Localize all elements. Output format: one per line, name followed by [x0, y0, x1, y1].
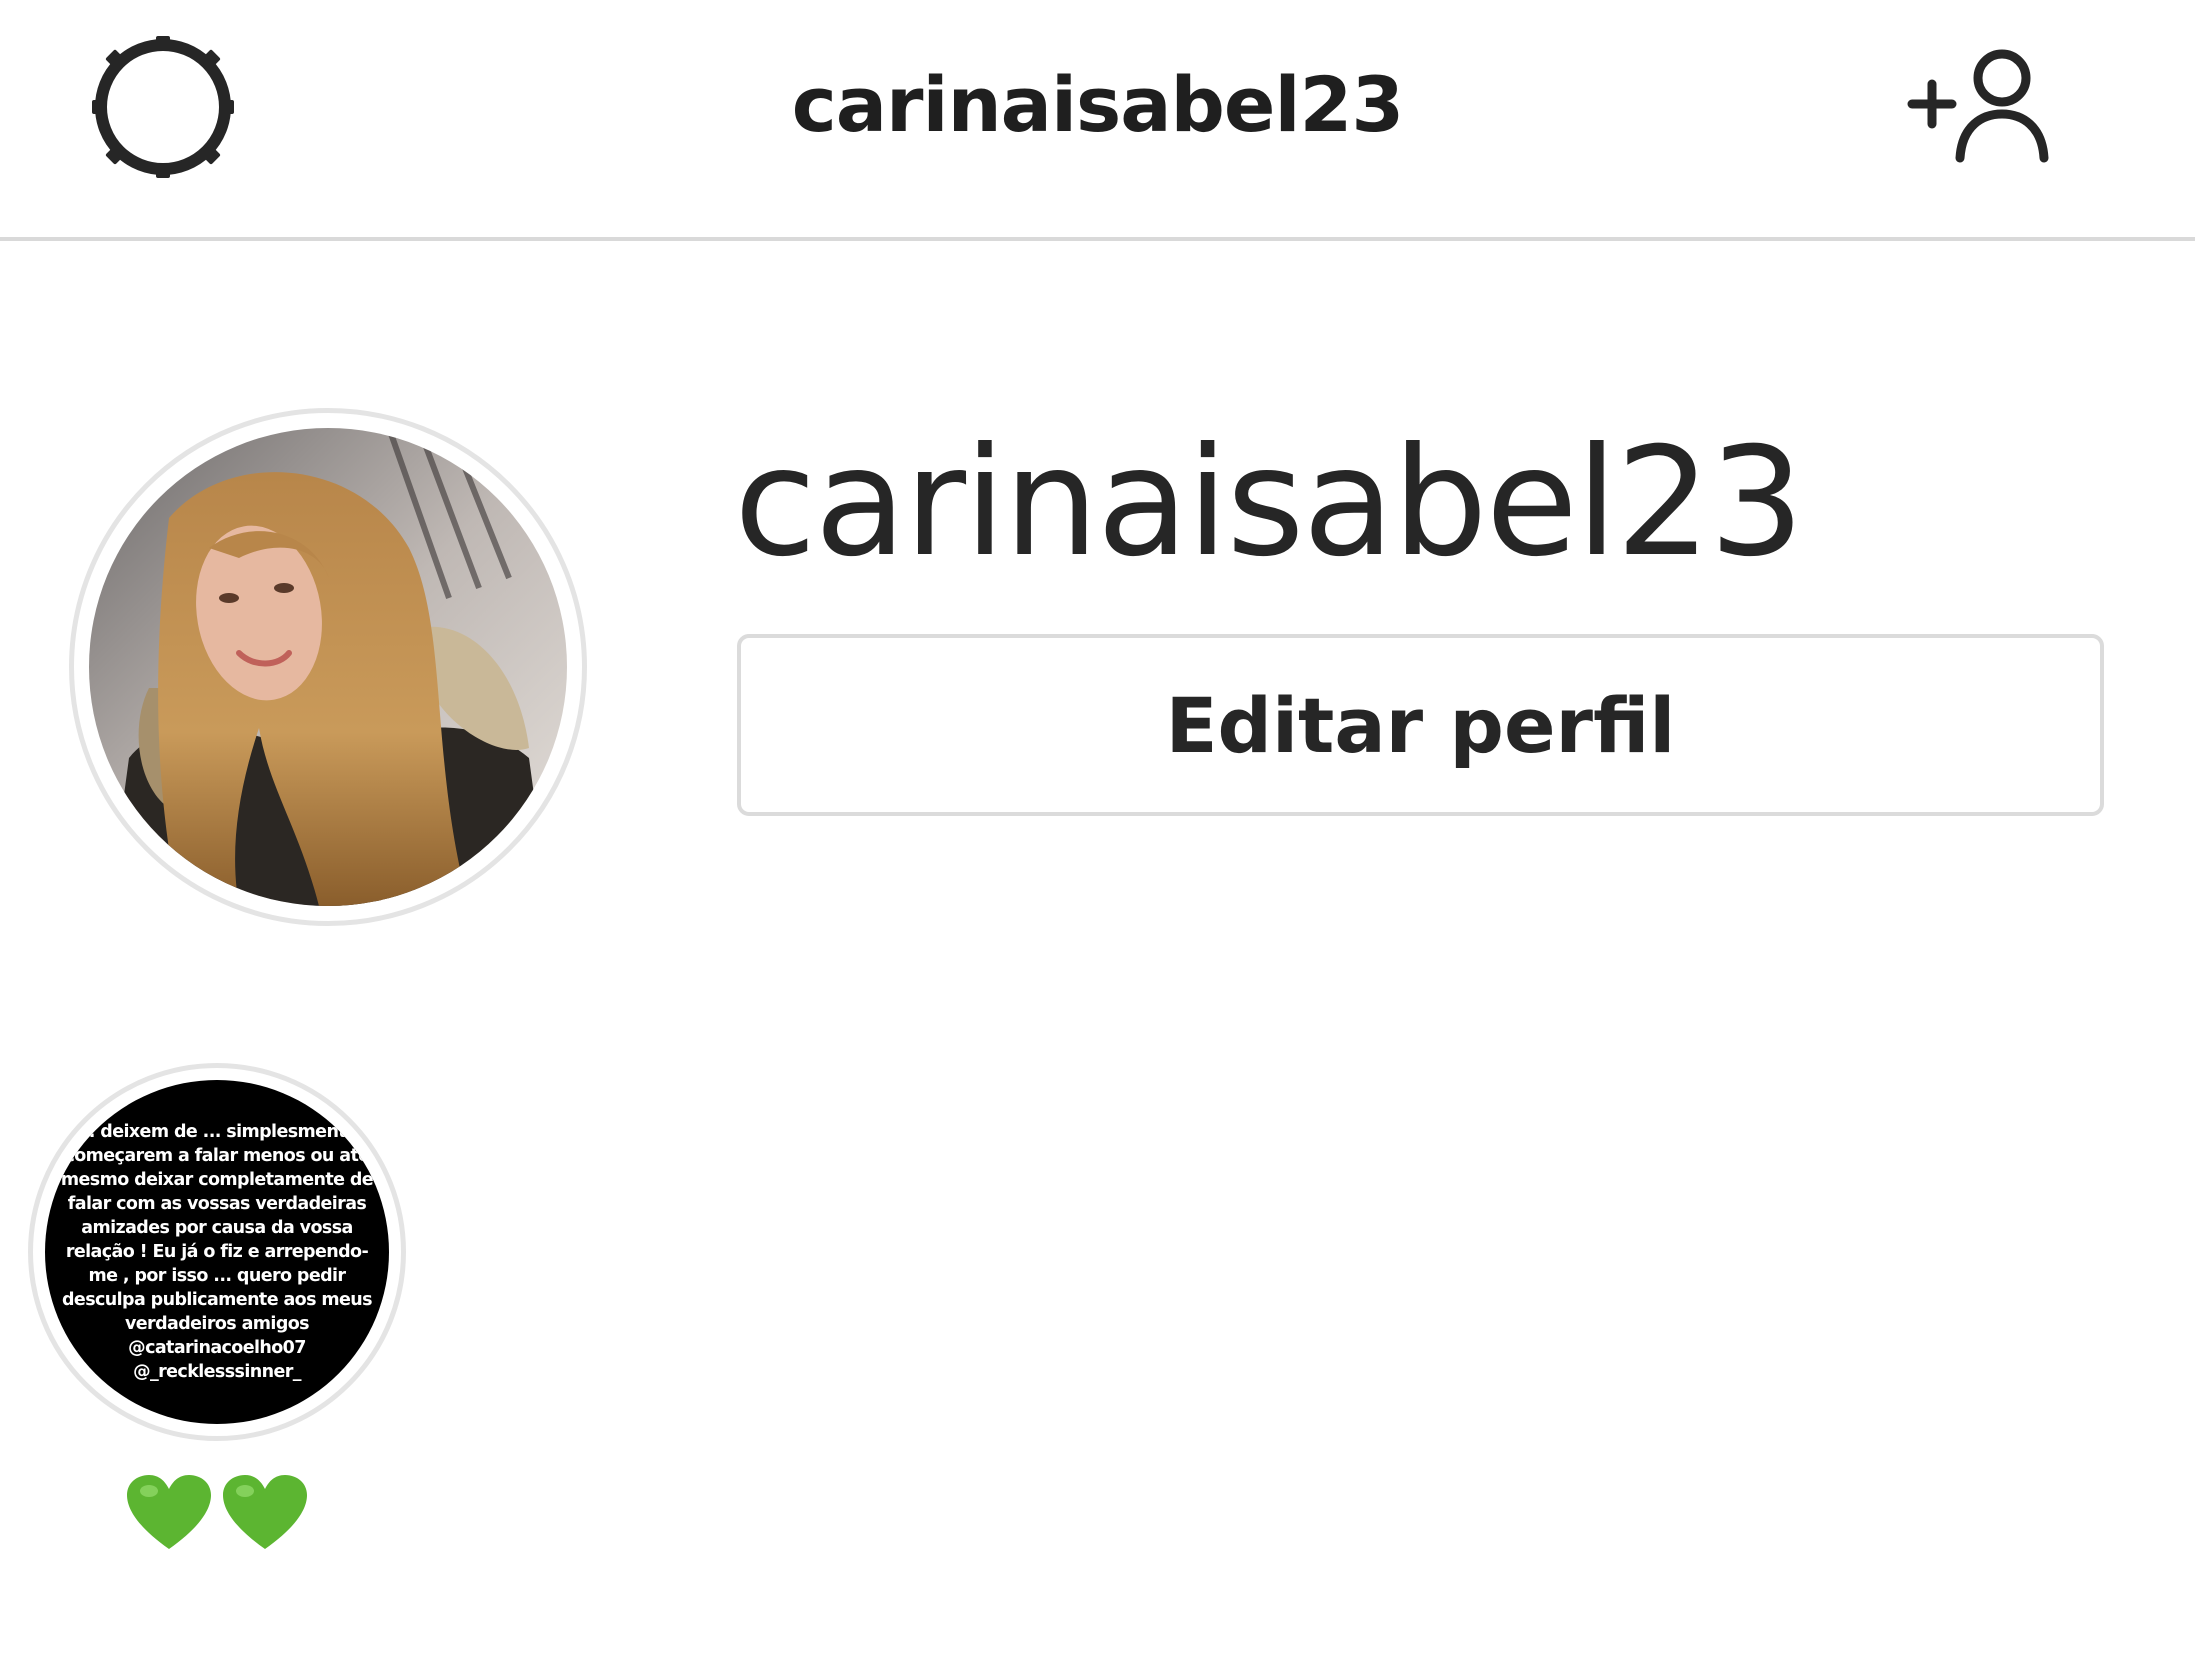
profile-username: carinaisabel23: [734, 416, 1805, 590]
story-highlight[interactable]: ... deixem de ... simplesmente começarem…: [28, 1063, 406, 1553]
highlight-label: [28, 1473, 406, 1553]
add-person-icon[interactable]: [1902, 42, 2062, 172]
header-title: carinaisabel23: [791, 60, 1405, 149]
highlight-cover: ... deixem de ... simplesmente começarem…: [45, 1080, 389, 1424]
profile-avatar[interactable]: [69, 408, 587, 926]
green-heart-icon: [127, 1475, 211, 1549]
avatar-photo: [89, 428, 567, 906]
top-bar: carinaisabel23: [0, 0, 2195, 241]
profile-screen: carinaisabel23 carinaisabel23 Editar per…: [0, 0, 2195, 1680]
highlight-cover-text: ... deixem de ... simplesmente começarem…: [60, 1122, 374, 1382]
highlight-ring: ... deixem de ... simplesmente começarem…: [28, 1063, 406, 1441]
green-heart-icon: [223, 1475, 307, 1549]
edit-profile-button[interactable]: Editar perfil: [737, 634, 2104, 816]
